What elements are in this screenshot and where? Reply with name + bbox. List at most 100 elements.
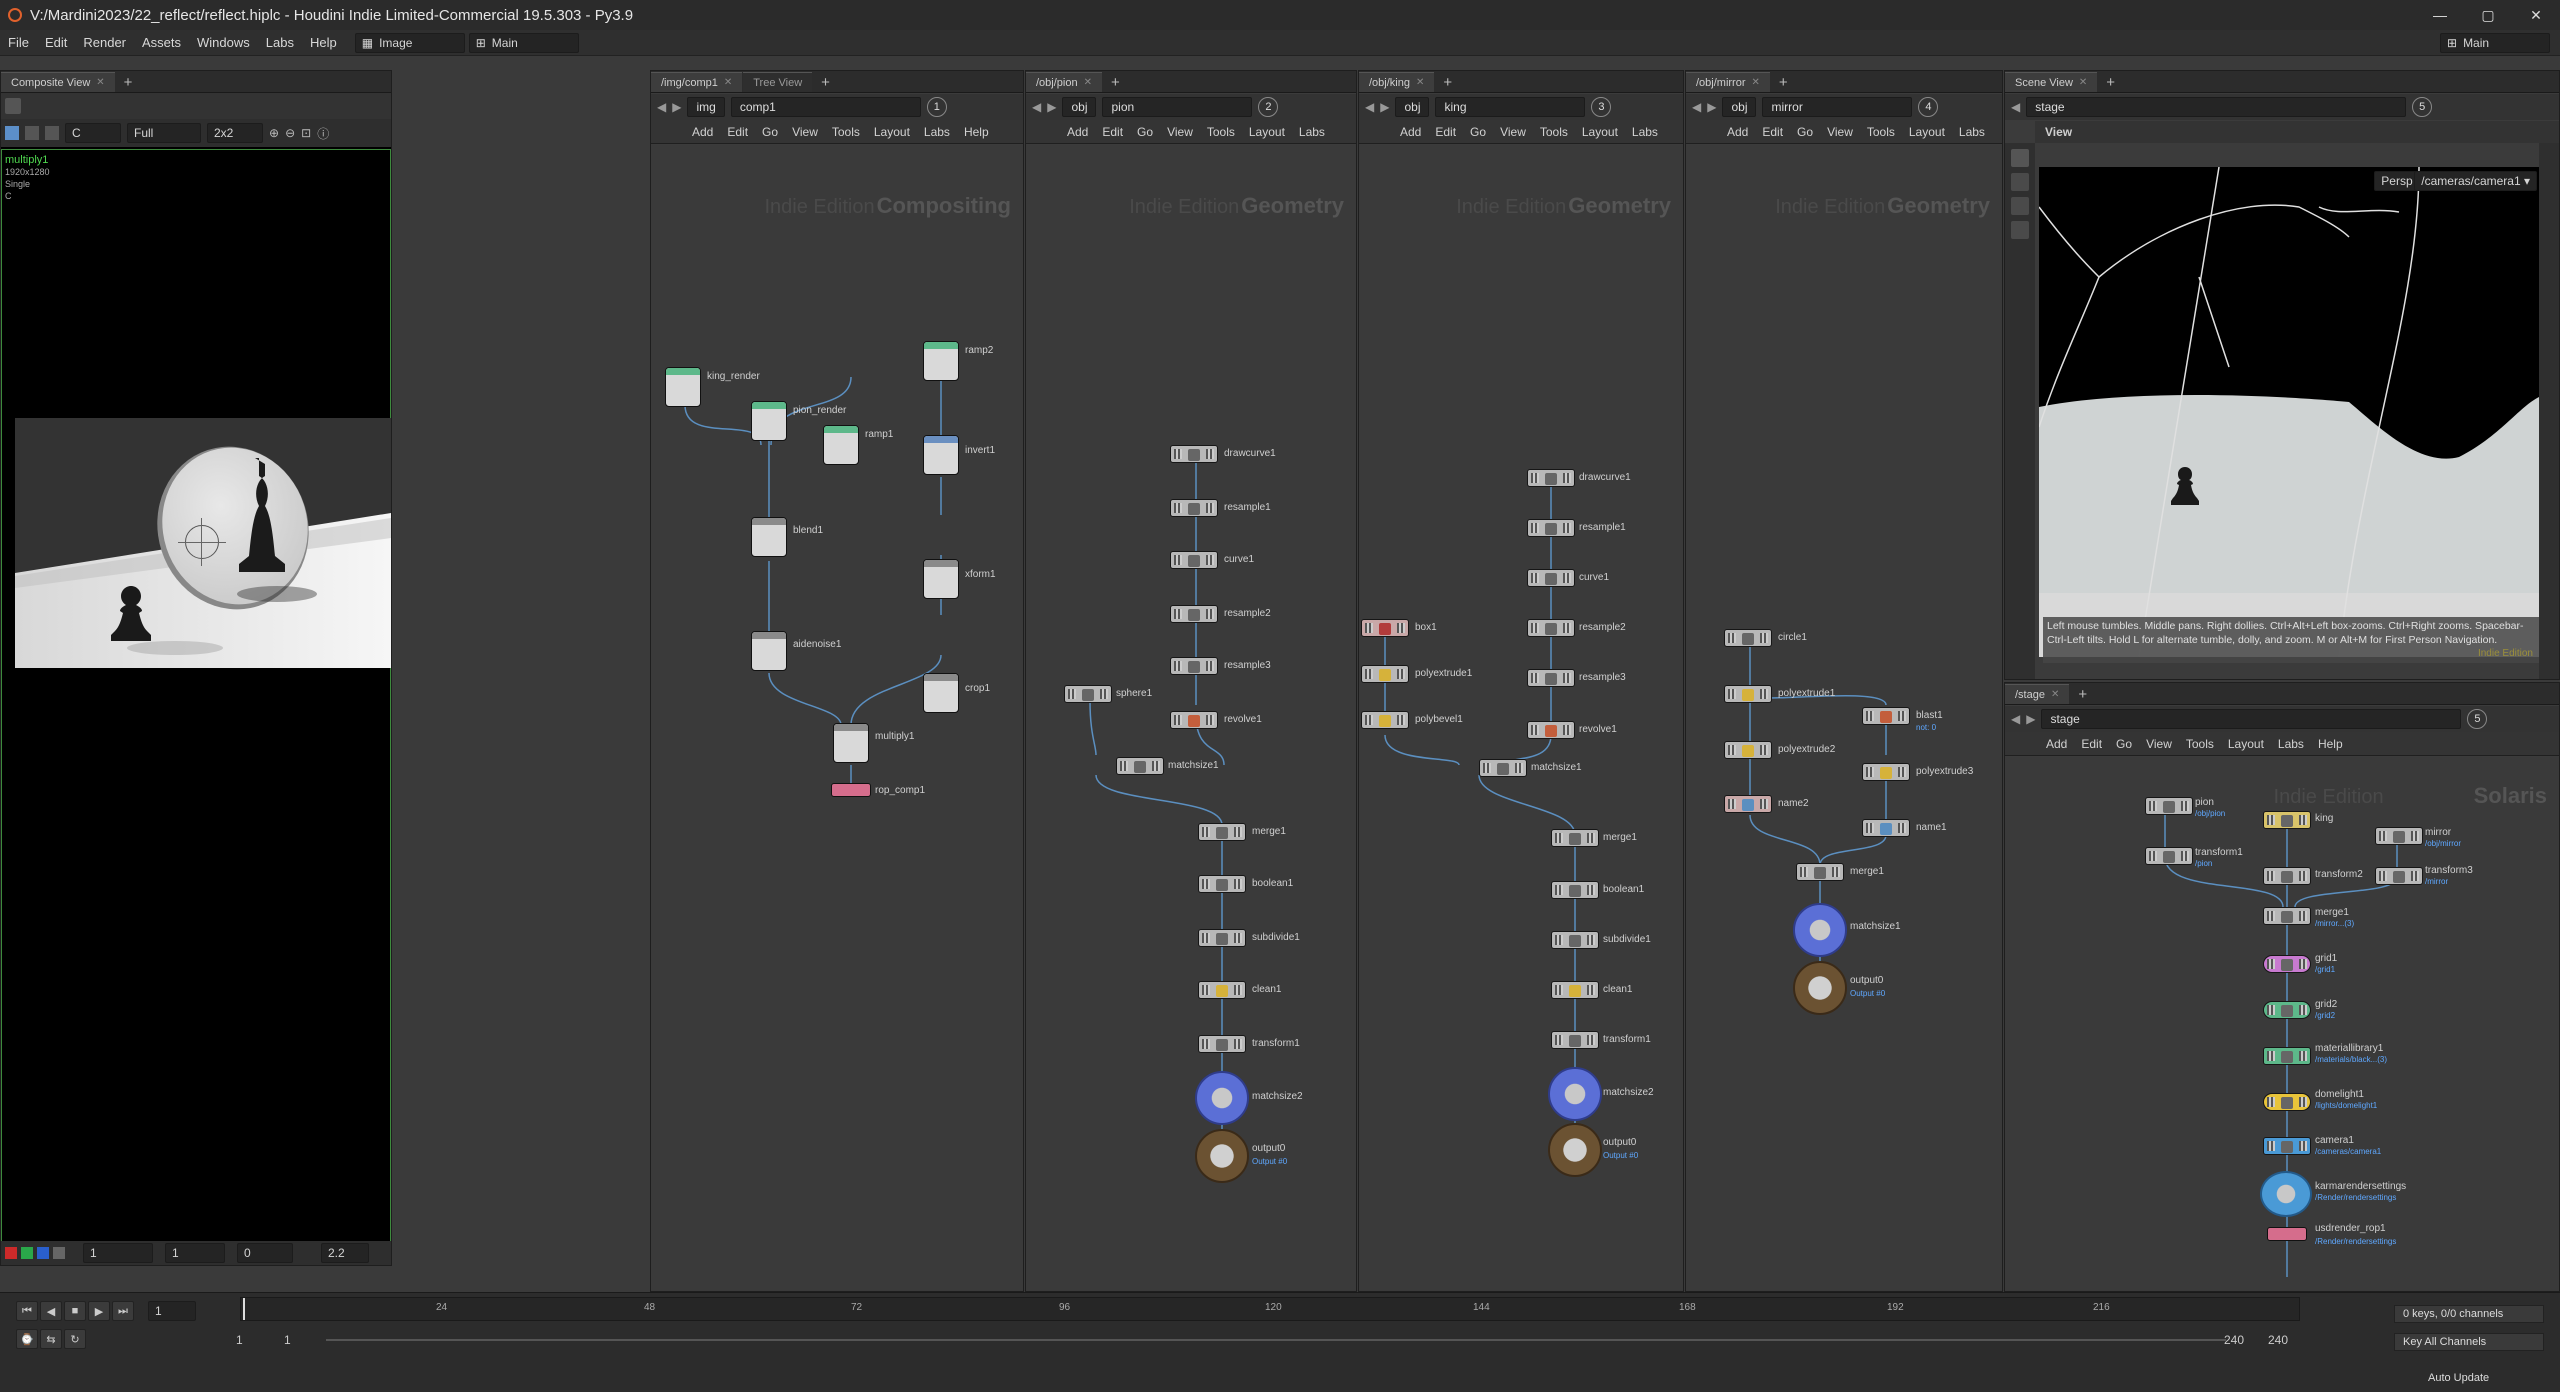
stop-icon[interactable]: ■ — [64, 1301, 86, 1321]
forward-icon[interactable]: ▶ — [2026, 712, 2035, 726]
menu-view[interactable]: View — [1820, 125, 1860, 139]
node-clean1[interactable] — [1198, 981, 1246, 999]
path-node[interactable]: king — [1435, 97, 1586, 117]
node-polyextrude1[interactable] — [1724, 685, 1772, 703]
node-resample3[interactable] — [1170, 657, 1218, 675]
back-icon[interactable]: ◀ — [1365, 100, 1374, 114]
menu-layout[interactable]: Layout — [2221, 737, 2271, 751]
node-merge1[interactable] — [1198, 823, 1246, 841]
path-root[interactable]: img — [687, 97, 725, 117]
menu-view[interactable]: View — [785, 125, 825, 139]
node-blend1[interactable] — [751, 517, 787, 557]
back-icon[interactable]: ◀ — [657, 100, 666, 114]
node-aidenoise1[interactable] — [751, 631, 787, 671]
add-tab-button[interactable]: + — [1435, 72, 1460, 92]
node-king[interactable] — [2263, 811, 2311, 829]
move-tool-icon[interactable] — [2011, 173, 2029, 191]
pane-link-badge[interactable]: 1 — [926, 97, 947, 117]
forward-icon[interactable]: ▶ — [1047, 100, 1056, 114]
node-resample2[interactable] — [1170, 605, 1218, 623]
node-subdivide1[interactable] — [1551, 931, 1599, 949]
comp-network[interactable]: Indie EditionCompositing king_render pio… — [651, 145, 1023, 1291]
close-tab-icon[interactable]: ✕ — [1084, 77, 1092, 88]
tab-obj-king[interactable]: /obj/king ✕ — [1359, 72, 1435, 92]
scale-tool-icon[interactable] — [2011, 221, 2029, 239]
play-icon[interactable]: ▶ — [88, 1301, 110, 1321]
pane-link-badge[interactable]: 2 — [1258, 97, 1279, 117]
close-tab-icon[interactable]: ✕ — [2079, 77, 2087, 88]
back-icon[interactable]: ◀ — [2011, 100, 2020, 114]
frame-field-1[interactable]: 1 — [83, 1243, 153, 1263]
frame-field-2[interactable]: 1 — [165, 1243, 225, 1263]
menu-edit[interactable]: Edit — [1095, 125, 1130, 139]
mirror-network[interactable]: Indie EditionGeometry circle1 polyextrud… — [1686, 145, 2002, 1291]
menu-go[interactable]: Go — [755, 125, 785, 139]
resolution-select[interactable]: Full — [127, 123, 201, 143]
pin-icon[interactable] — [5, 98, 21, 114]
path-root[interactable]: obj — [1722, 97, 1757, 117]
menu-help[interactable]: Help — [957, 125, 996, 139]
menu-add[interactable]: Add — [1060, 125, 1095, 139]
node-output0[interactable] — [1195, 1129, 1249, 1183]
node-output0[interactable] — [1548, 1123, 1602, 1177]
node-resample2[interactable] — [1527, 619, 1575, 637]
menu-view[interactable]: View — [1493, 125, 1533, 139]
menu-layout[interactable]: Layout — [1242, 125, 1292, 139]
close-tab-icon[interactable]: ✕ — [2051, 689, 2059, 700]
forward-icon[interactable]: ▶ — [1380, 100, 1389, 114]
node-boolean1[interactable] — [1198, 875, 1246, 893]
node-mirror[interactable] — [2375, 827, 2423, 845]
range-start[interactable]: 1 — [236, 1333, 243, 1347]
close-tab-icon[interactable]: ✕ — [1416, 77, 1424, 88]
node-grid1[interactable] — [2263, 955, 2311, 973]
view-mode-icon[interactable] — [5, 126, 19, 140]
timeline-scrubber[interactable]: 24 48 72 96 120 144 168 192 216 — [240, 1297, 2300, 1321]
pane-link-badge[interactable]: 4 — [1918, 97, 1939, 117]
close-tab-icon[interactable]: ✕ — [1752, 77, 1760, 88]
node-ramp2[interactable] — [923, 341, 959, 381]
menu-go[interactable]: Go — [1130, 125, 1160, 139]
color-swatch-a-icon[interactable] — [53, 1247, 65, 1259]
node-transform1[interactable] — [2145, 847, 2193, 865]
node-polyextrude1[interactable] — [1361, 665, 1409, 683]
menu-view[interactable]: View — [2139, 737, 2179, 751]
close-tab-icon[interactable]: ✕ — [724, 77, 732, 88]
node-usdrender-rop1[interactable] — [2267, 1227, 2307, 1241]
zoom-in-icon[interactable]: ⊕ — [269, 126, 279, 140]
node-rop-comp1[interactable] — [831, 783, 871, 797]
node-resample3[interactable] — [1527, 669, 1575, 687]
layout-select[interactable]: 2x2 — [207, 123, 263, 143]
key-all-channels-button[interactable]: Key All Channels — [2394, 1333, 2544, 1351]
add-tab-button[interactable]: + — [116, 72, 141, 92]
realtime-toggle-icon[interactable]: ⌚ — [16, 1329, 38, 1349]
node-resample1[interactable] — [1170, 499, 1218, 517]
menu-add[interactable]: Add — [2039, 737, 2074, 751]
node-camera1[interactable] — [2263, 1137, 2311, 1155]
node-revolve1[interactable] — [1527, 721, 1575, 739]
back-icon[interactable]: ◀ — [2011, 712, 2020, 726]
menu-windows[interactable]: Windows — [189, 35, 258, 50]
close-tab-icon[interactable]: ✕ — [96, 77, 104, 88]
menu-edit[interactable]: Edit — [37, 35, 75, 50]
menu-labs[interactable]: Labs — [1952, 125, 1992, 139]
menu-view[interactable]: View — [1160, 125, 1200, 139]
node-merge1[interactable] — [2263, 907, 2311, 925]
menu-labs[interactable]: Labs — [917, 125, 957, 139]
desktop-combo[interactable]: ▦ Image — [354, 32, 465, 53]
add-tab-button[interactable]: + — [1771, 72, 1796, 92]
menu-tools[interactable]: Tools — [1860, 125, 1902, 139]
range-slider[interactable] — [326, 1339, 2226, 1341]
node-transform1[interactable] — [1551, 1031, 1599, 1049]
node-karmarendersettings[interactable] — [2260, 1171, 2312, 1217]
menu-labs[interactable]: Labs — [258, 35, 302, 50]
node-polybevel1[interactable] — [1361, 711, 1409, 729]
path-node[interactable]: mirror — [1762, 97, 1913, 117]
menu-layout[interactable]: Layout — [1575, 125, 1625, 139]
node-grid2[interactable] — [2263, 1001, 2311, 1019]
step-back-icon[interactable]: ◀ — [40, 1301, 62, 1321]
forward-icon[interactable]: ▶ — [1707, 100, 1716, 114]
menu-edit[interactable]: Edit — [2074, 737, 2109, 751]
node-revolve1[interactable] — [1170, 711, 1218, 729]
frame-icon[interactable]: ⊡ — [301, 126, 311, 140]
current-frame-field[interactable]: 1 — [148, 1301, 196, 1321]
